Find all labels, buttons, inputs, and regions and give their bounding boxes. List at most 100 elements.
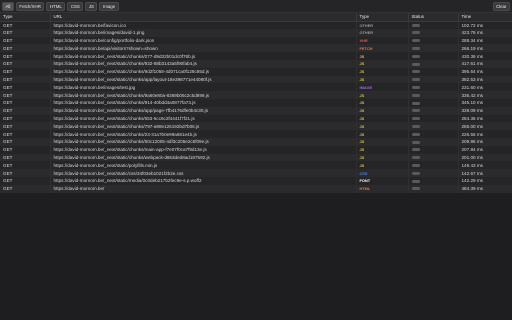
status-cell xyxy=(408,67,459,76)
time-cell: 288.34 ms xyxy=(458,36,512,45)
status-cell xyxy=(408,130,459,138)
method-cell: GET xyxy=(0,130,51,138)
status-badge xyxy=(411,156,420,160)
column-header-time[interactable]: Time xyxy=(458,13,512,22)
table-row[interactable]: GET https://david-mornom.be/_next/static/… xyxy=(0,130,512,138)
url-cell: https://david-mornom.be/favicon.ico xyxy=(50,21,357,29)
filter-css-button[interactable]: CSS xyxy=(67,1,84,11)
column-header-status[interactable]: Status xyxy=(408,13,459,22)
type-cell: OTHER xyxy=(356,21,409,29)
url-cell: https://david-mornom.be/images/test.jpg xyxy=(50,83,357,92)
method-cell: GET xyxy=(0,153,51,162)
status-badge xyxy=(411,117,420,121)
table-row[interactable]: GET https://david-mornom.be/_next/static/… xyxy=(0,98,512,107)
table-row[interactable]: GET https://david-mornom.be/_next/static/… xyxy=(0,75,512,84)
method-cell: GET xyxy=(0,98,51,107)
url-cell: https://david-mornom.be/_next/static/chu… xyxy=(50,91,357,99)
table-row[interactable]: GET https://david-mornom.be/images/test.j… xyxy=(0,83,512,92)
status-badge xyxy=(411,140,420,144)
url-cell: https://david-mornom.be/_next/static/chu… xyxy=(50,114,357,123)
table-row[interactable]: GET https://david-mornom.be/_next/static/… xyxy=(0,161,512,170)
table-row[interactable]: GET https://david-mornom.be/api/visitors?… xyxy=(0,44,512,53)
method-cell: GET xyxy=(0,114,51,123)
table-row[interactable]: GET https://david-mornom.be/_next/static/… xyxy=(0,59,512,68)
method-cell: GET xyxy=(0,122,51,131)
filter-html-button[interactable]: HTML xyxy=(46,1,66,11)
status-badge xyxy=(411,125,420,129)
table-row[interactable]: GET https://david-mornom.be/_next/static/… xyxy=(0,145,512,154)
time-cell: 284.36 ms xyxy=(458,114,512,123)
type-cell: JS xyxy=(356,98,409,107)
type-cell: XHR xyxy=(356,36,409,45)
filter-toolbar: All Fetch/XHR HTML CSS JS Image Clear xyxy=(0,0,512,13)
column-header-method[interactable]: Type xyxy=(0,13,51,22)
type-cell: CSS xyxy=(356,169,409,177)
url-cell: https://david-mornom.be/_next/static/chu… xyxy=(50,98,357,107)
type-cell: JS xyxy=(356,106,409,115)
network-requests-table: Type URL Type Status Time GET https://dav… xyxy=(0,13,512,193)
time-cell: 345.10 ms xyxy=(458,98,512,107)
url-cell: https://david-mornom.be/_next/static/chu… xyxy=(50,59,357,68)
status-badge xyxy=(411,109,420,113)
column-header-type[interactable]: Type xyxy=(356,13,409,22)
table-row[interactable]: GET https://david-mornom.be/_next/static/… xyxy=(0,137,512,146)
type-cell: JS xyxy=(356,161,409,170)
status-cell xyxy=(408,44,459,53)
table-header-row: Type URL Type Status Time xyxy=(0,13,512,22)
table-row[interactable]: GET https://david-mornom.be/_next/static/… xyxy=(0,91,512,99)
type-cell: JS xyxy=(356,122,409,131)
column-header-url[interactable]: URL xyxy=(50,13,357,22)
time-cell: 102.72 ms xyxy=(458,21,512,29)
status-cell xyxy=(408,75,459,84)
clear-button[interactable]: Clear xyxy=(492,1,510,11)
status-badge xyxy=(411,132,420,136)
method-cell: GET xyxy=(0,21,51,29)
time-cell: 484.39 ms xyxy=(458,184,512,193)
type-cell: JS xyxy=(356,114,409,123)
table-row[interactable]: GET https://david-mornom.be/config/portfo… xyxy=(0,36,512,45)
table-row[interactable]: GET https://david-mornom.be/_next/static/… xyxy=(0,67,512,76)
table-row[interactable]: GET https://david-mornom.be/_next/static/… xyxy=(0,106,512,115)
filter-js-button[interactable]: JS xyxy=(85,1,98,11)
status-cell xyxy=(408,83,459,92)
table-row[interactable]: GET https://david-mornom.be/_next/static/… xyxy=(0,169,512,177)
time-cell: 266.19 ms xyxy=(458,44,512,53)
status-badge xyxy=(411,70,420,74)
method-cell: GET xyxy=(0,176,51,185)
table-row[interactable]: GET https://david-mornom.be/_next/static/… xyxy=(0,153,512,162)
filter-all-button[interactable]: All xyxy=(2,1,14,11)
filter-image-button[interactable]: Image xyxy=(99,1,119,11)
status-cell xyxy=(408,114,459,123)
url-cell: https://david-mornom.be/_next/static/chu… xyxy=(50,67,357,76)
method-cell: GET xyxy=(0,44,51,53)
table-row[interactable]: GET https://david-mornom.be/_next/static/… xyxy=(0,114,512,123)
filter-fetch-xhr-button[interactable]: Fetch/XHR xyxy=(15,1,45,11)
status-cell xyxy=(408,161,459,170)
time-cell: 339.09 ms xyxy=(458,106,512,115)
time-cell: 395.64 ms xyxy=(458,67,512,76)
status-badge xyxy=(411,54,420,58)
status-badge xyxy=(411,187,420,191)
table-row[interactable]: GET https://david-mornom.be/images/david-… xyxy=(0,28,512,37)
status-cell xyxy=(408,106,459,115)
status-badge xyxy=(411,148,420,152)
type-cell: JS xyxy=(356,130,409,138)
method-cell: GET xyxy=(0,36,51,45)
type-cell: JS xyxy=(356,145,409,154)
method-cell: GET xyxy=(0,161,51,170)
url-cell: https://david-mornom.be/_next/static/chu… xyxy=(50,122,357,131)
time-cell: 149.43 ms xyxy=(458,161,512,170)
status-cell xyxy=(408,36,459,45)
method-cell: GET xyxy=(0,184,51,193)
table-row[interactable]: GET https://david-mornom.be/_next/static/… xyxy=(0,52,512,60)
time-cell: 382.53 ms xyxy=(458,75,512,84)
method-cell: GET xyxy=(0,169,51,177)
table-row[interactable]: GET https://david-mornom.be/HTML 484.39 ms xyxy=(0,184,512,193)
time-cell: 417.61 ms xyxy=(458,59,512,68)
url-cell: https://david-mornom.be/images/david-1.p… xyxy=(50,28,357,37)
time-cell: 336.42 ms xyxy=(458,91,512,99)
table-row[interactable]: GET https://david-mornom.be/_next/static/… xyxy=(0,122,512,131)
table-row[interactable]: GET https://david-mornom.be/_next/static/… xyxy=(0,176,512,185)
table-row[interactable]: GET https://david-mornom.be/favicon.ico OT… xyxy=(0,21,512,29)
url-cell: https://david-mornom.be/_next/static/css… xyxy=(50,169,357,177)
